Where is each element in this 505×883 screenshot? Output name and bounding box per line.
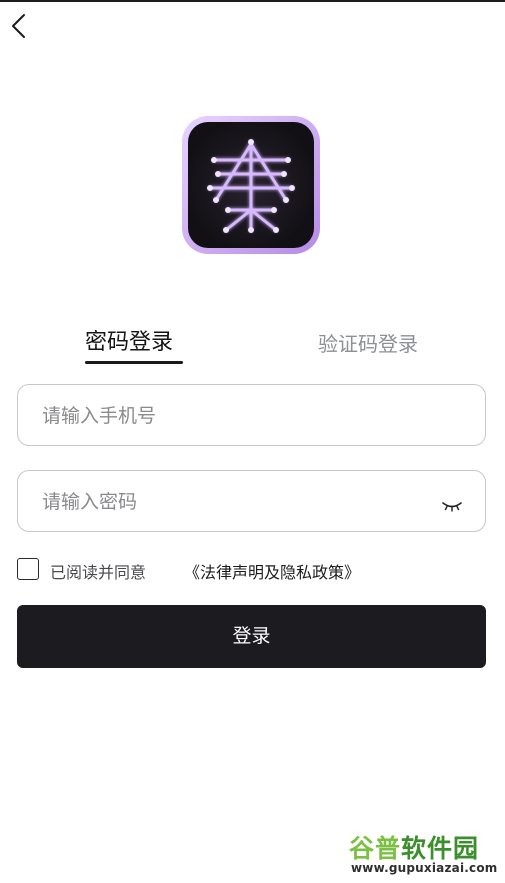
agreement-label: 已阅读并同意 xyxy=(50,563,147,582)
login-page: 密码登录 验证码登录 已阅读并同意 《法律声明及隐私政策》 登录 谷普软件园 w… xyxy=(0,0,505,883)
agreement-checkbox[interactable] xyxy=(17,558,39,580)
active-tab-indicator xyxy=(85,361,183,364)
password-input[interactable] xyxy=(40,471,444,533)
phone-input[interactable] xyxy=(40,385,444,447)
watermark-brand-part2: 软件园 xyxy=(401,834,480,863)
login-method-tabs: 密码登录 验证码登录 xyxy=(0,324,505,372)
watermark-url: www.gupuxiazai.com xyxy=(351,861,498,875)
password-field xyxy=(17,470,486,533)
tab-code-login[interactable]: 验证码登录 xyxy=(318,328,418,357)
watermark: 谷普软件园 www.gupuxiazai.com xyxy=(349,827,501,881)
eye-closed-icon[interactable] xyxy=(441,497,463,512)
watermark-brand-part1: 谷普 xyxy=(349,834,402,863)
top-divider xyxy=(0,0,505,2)
watermark-brand: 谷普软件园 xyxy=(349,829,479,865)
login-button[interactable]: 登录 xyxy=(17,605,486,668)
qin-character-app-logo xyxy=(188,122,314,248)
tab-password-login[interactable]: 密码登录 xyxy=(85,324,173,356)
agreement-row: 已阅读并同意 《法律声明及隐私政策》 xyxy=(17,558,487,584)
chevron-left-icon[interactable] xyxy=(8,12,30,40)
phone-field xyxy=(17,384,486,447)
app-logo xyxy=(182,116,320,254)
privacy-policy-link[interactable]: 《法律声明及隐私政策》 xyxy=(184,559,360,583)
